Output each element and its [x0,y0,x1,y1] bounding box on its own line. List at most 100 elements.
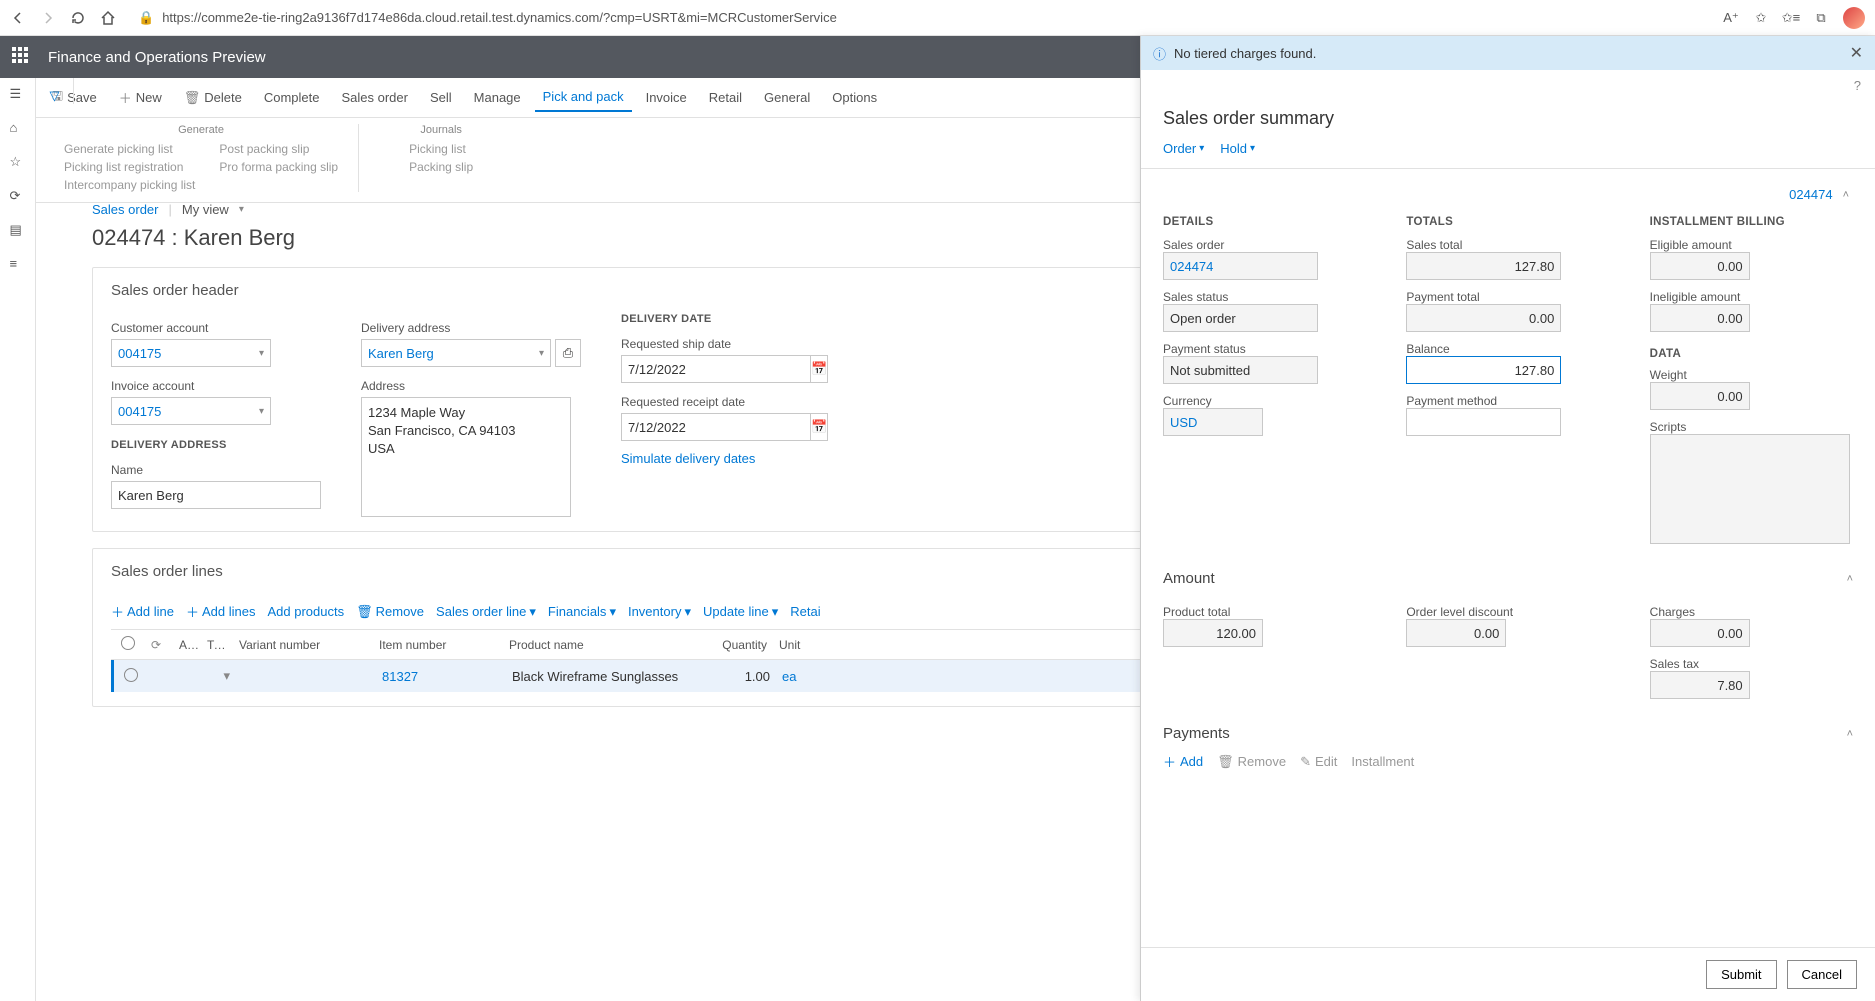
sales-status-field: Open order [1163,304,1318,332]
plus-icon: ＋ [186,602,199,621]
payment-add-button[interactable]: ＋Add [1163,752,1203,771]
funnel-icon[interactable]: ▽ [36,88,73,104]
sales-total-field: 127.80 [1406,252,1561,280]
chevron-up-icon[interactable]: ˄ [1847,728,1853,740]
delivery-address-field[interactable]: Karen Berg▾ [361,339,551,367]
invoice-account-field[interactable]: 004175▾ [111,397,271,425]
requested-ship-date-label: Requested ship date [621,337,801,351]
sales-tax-label: Sales tax [1650,657,1853,671]
url-bar[interactable]: 🔒 https://comme2e-tie-ring2a9136f7d174e8… [130,4,1709,32]
unit-cell[interactable]: ea [776,669,816,684]
refresh-icon[interactable]: ⟳ [145,638,173,652]
scripts-field[interactable] [1650,434,1850,544]
chevron-down-icon[interactable]: ▾ [204,668,236,684]
chevron-down-icon: ▾ [684,604,691,620]
add-lines-button[interactable]: ＋Add lines [186,602,256,621]
sales-tax-field: 7.80 [1650,671,1750,699]
col-quantity[interactable]: Quantity [703,638,773,652]
quantity-cell[interactable]: 1.00 [706,669,776,684]
delivery-address-section: DELIVERY ADDRESS [111,439,321,451]
select-all-radio[interactable] [121,636,135,650]
delivery-address-label: Delivery address [361,321,581,335]
sales-order-label: Sales order [1163,238,1366,252]
financials-menu[interactable]: Financials▾ [548,604,616,620]
calendar-icon[interactable]: 📅 [810,413,828,441]
payment-method-field[interactable] [1406,408,1561,436]
details-heading: DETAILS [1163,216,1366,228]
chevron-up-icon[interactable]: ˄ [1843,189,1849,201]
add-products-button[interactable]: Add products [268,604,345,619]
data-heading: DATA [1650,348,1853,360]
back-icon[interactable] [10,10,26,26]
url-text: https://comme2e-tie-ring2a9136f7d174e86d… [162,10,837,25]
discount-label: Order level discount [1406,605,1609,619]
row-select-radio[interactable] [124,668,138,682]
retail-menu[interactable]: Retai [790,604,820,619]
item-number-cell[interactable]: 81327 [376,669,506,684]
col-variant[interactable]: Variant number [233,638,373,652]
hamburger-icon[interactable]: ☰ [10,86,26,102]
favorites-icon[interactable]: ✩≡ [1783,10,1799,26]
remove-line-button[interactable]: 🗑Remove [356,604,424,620]
chevron-down-icon: ▾ [529,604,536,620]
requested-receipt-date-field[interactable]: 📅 [621,413,771,441]
cancel-button[interactable]: Cancel [1787,960,1857,989]
payment-installment-button[interactable]: Installment [1351,752,1414,771]
col-a[interactable]: A... [173,638,201,652]
add-line-button[interactable]: ＋Add line [111,602,174,621]
read-aloud-icon[interactable]: A⁺ [1723,10,1739,26]
name-field[interactable] [111,481,321,509]
weight-field: 0.00 [1650,382,1750,410]
order-menu[interactable]: Order▾ [1163,141,1204,156]
payment-remove-button[interactable]: 🗑Remove [1217,752,1286,771]
app-launcher-icon[interactable] [12,47,32,67]
requested-ship-date-field[interactable]: 📅 [621,355,771,383]
address-textarea[interactable]: 1234 Maple Way San Francisco, CA 94103 U… [361,397,571,517]
nav-workspace-icon[interactable]: ▤ [10,222,26,238]
balance-label: Balance [1406,342,1609,356]
nav-recent-icon[interactable]: ⟳ [10,188,26,204]
nav-modules-icon[interactable]: ≡ [10,256,26,272]
order-number-link[interactable]: 024474 [1789,187,1832,202]
currency-label: Currency [1163,394,1366,408]
home-icon[interactable] [100,10,116,26]
chevron-down-icon: ▾ [259,406,264,417]
breadcrumb-my-view[interactable]: My view [182,202,229,217]
payments-heading: Payments [1163,725,1230,742]
profile-avatar[interactable] [1843,7,1865,29]
balance-field[interactable]: 127.80 [1406,356,1561,384]
submit-button[interactable]: Submit [1706,960,1776,989]
help-icon[interactable]: ? [1854,78,1861,93]
star-icon[interactable]: ✩ [1753,10,1769,26]
chevron-down-icon: ▾ [609,604,616,620]
inventory-menu[interactable]: Inventory▾ [628,604,691,620]
scripts-label: Scripts [1650,420,1853,434]
forward-icon[interactable] [40,10,56,26]
col-product[interactable]: Product name [503,638,703,652]
customer-account-field[interactable]: 004175▾ [111,339,271,367]
col-unit[interactable]: Unit [773,638,813,652]
nav-home-icon[interactable]: ⌂ [10,120,26,136]
chevron-down-icon[interactable]: ▾ [239,204,244,215]
close-icon[interactable]: ✕ [1850,43,1863,63]
simulate-delivery-dates-link[interactable]: Simulate delivery dates [621,451,801,466]
col-item[interactable]: Item number [373,638,503,652]
breadcrumb-sales-order[interactable]: Sales order [92,202,158,217]
payments-toolbar: ＋Add 🗑Remove ✎Edit Installment [1163,752,1853,771]
chevron-up-icon[interactable]: ˄ [1847,573,1853,585]
ineligible-amount-field: 0.00 [1650,304,1750,332]
lock-icon: 🔒 [138,10,154,26]
requested-receipt-date-label: Requested receipt date [621,395,801,409]
col-ty[interactable]: Ty... [201,638,233,652]
nav-star-icon[interactable]: ☆ [10,154,26,170]
update-line-menu[interactable]: Update line▾ [703,604,778,620]
collections-icon[interactable]: ⧉ [1813,10,1829,26]
currency-field: USD [1163,408,1263,436]
reload-icon[interactable] [70,10,86,26]
address-action-icon[interactable]: ⎙ [555,339,581,367]
payment-edit-button[interactable]: ✎Edit [1300,752,1337,771]
sales-order-line-menu[interactable]: Sales order line▾ [436,604,536,620]
hold-menu[interactable]: Hold▾ [1220,141,1255,156]
calendar-icon[interactable]: 📅 [810,355,828,383]
ineligible-amount-label: Ineligible amount [1650,290,1853,304]
